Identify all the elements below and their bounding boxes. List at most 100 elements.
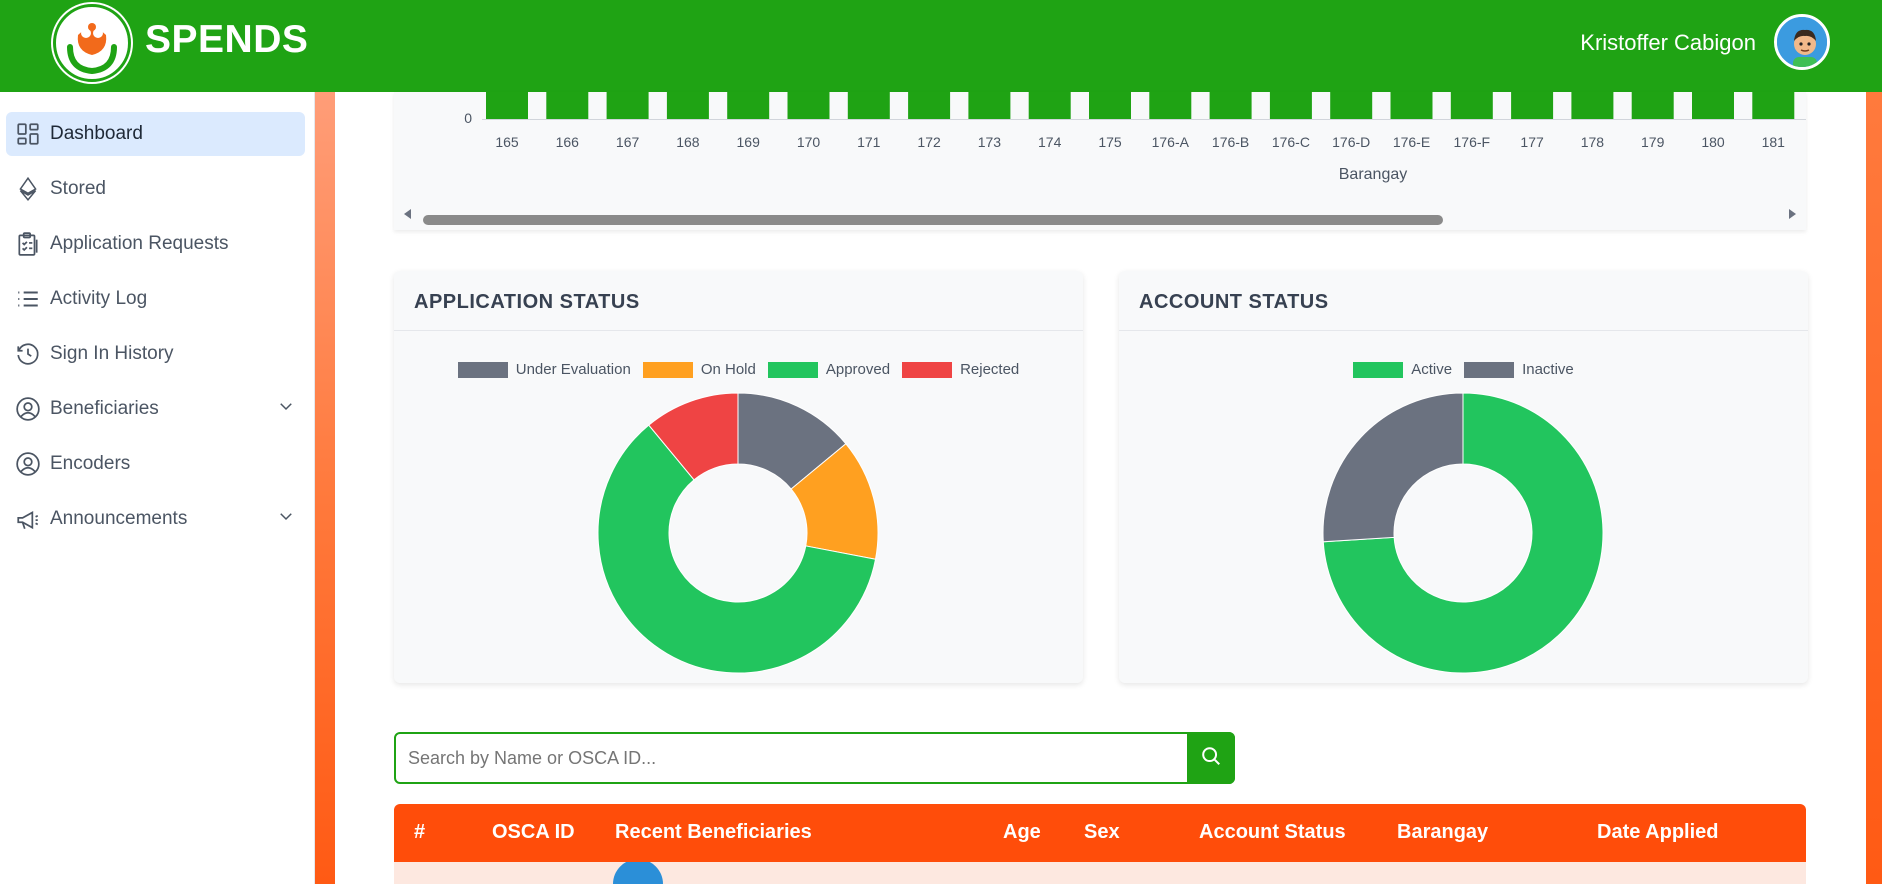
bar[interactable] <box>1028 92 1071 119</box>
user-circle-icon <box>14 450 42 478</box>
main-content: 0 Barangay 165 166 167 168 169 170 171 172 173 17… <box>335 92 1866 884</box>
column-header-recent-beneficiaries[interactable]: Recent Beneficiaries <box>615 821 812 844</box>
application-status-card: APPLICATION STATUS Under Evaluation On H… <box>394 271 1083 683</box>
sidebar-item-application-requests[interactable]: Application Requests <box>6 222 305 266</box>
x-tick-label: 176-A <box>1152 134 1190 150</box>
bar[interactable] <box>606 92 649 119</box>
bar[interactable] <box>666 92 709 119</box>
bar[interactable] <box>968 92 1011 119</box>
bar[interactable] <box>908 92 951 119</box>
x-tick-label: 176-D <box>1332 134 1370 150</box>
x-tick-label: 173 <box>978 134 1002 150</box>
sidebar-item-beneficiaries[interactable]: Beneficiaries <box>6 387 305 431</box>
x-tick-label: 170 <box>797 134 821 150</box>
bar[interactable] <box>1269 92 1312 119</box>
history-icon <box>14 340 42 368</box>
bar[interactable] <box>1450 92 1493 119</box>
bar[interactable] <box>1752 92 1795 119</box>
x-tick-label: 179 <box>1641 134 1665 150</box>
column-header-date-applied[interactable]: Date Applied <box>1597 821 1719 844</box>
x-tick-label: 172 <box>917 134 941 150</box>
sidebar-item-label: Announcements <box>50 508 188 529</box>
bar[interactable] <box>1089 92 1131 119</box>
bar[interactable] <box>1390 92 1433 119</box>
bar[interactable] <box>546 92 589 119</box>
sidebar-item-sign-in-history[interactable]: Sign In History <box>6 332 305 376</box>
column-header-barangay[interactable]: Barangay <box>1397 821 1488 844</box>
x-tick-label: 176-B <box>1212 134 1249 150</box>
sidebar-item-stored[interactable]: Stored <box>6 167 305 211</box>
decorative-strip-right <box>1866 92 1882 884</box>
x-tick-label: 166 <box>556 134 580 150</box>
bar[interactable] <box>1330 92 1373 119</box>
bar[interactable] <box>847 92 890 119</box>
chevron-down-icon[interactable] <box>277 397 295 421</box>
donut-slice[interactable] <box>1322 392 1464 543</box>
top-header: SPENDS Kristoffer Cabigon <box>0 0 1882 92</box>
avatar <box>613 862 663 884</box>
x-tick-label: 181 <box>1762 134 1786 150</box>
x-tick-label: 176-C <box>1272 134 1310 150</box>
sidebar-item-activity-log[interactable]: Activity Log <box>6 277 305 321</box>
brand-name: SPENDS <box>145 18 309 61</box>
bar[interactable] <box>787 92 830 119</box>
megaphone-icon <box>14 505 42 533</box>
x-tick-label: 180 <box>1701 134 1725 150</box>
sidebar-item-dashboard[interactable]: Dashboard <box>6 112 305 156</box>
bar[interactable] <box>1692 92 1734 119</box>
x-tick-label: 176-F <box>1454 134 1491 150</box>
x-tick-label: 168 <box>676 134 700 150</box>
sidebar-item-label: Dashboard <box>50 123 143 144</box>
ethereum-icon <box>14 175 42 203</box>
search-input[interactable] <box>396 734 1183 782</box>
avatar[interactable] <box>1774 14 1830 70</box>
search-icon <box>1200 745 1222 772</box>
x-tick-label: 178 <box>1581 134 1605 150</box>
list-icon <box>14 285 42 313</box>
column-header-age[interactable]: Age <box>1003 821 1041 844</box>
x-tick-label: 171 <box>857 134 881 150</box>
bar[interactable] <box>1209 92 1252 119</box>
x-tick-label: 167 <box>616 134 640 150</box>
bar[interactable] <box>727 92 770 119</box>
scroll-right-arrow[interactable] <box>1789 209 1796 219</box>
sidebar-item-label: Sign In History <box>50 343 174 364</box>
column-header-osca-id[interactable]: OSCA ID <box>492 821 575 844</box>
app-logo[interactable] <box>53 4 131 82</box>
x-tick-label: 175 <box>1098 134 1122 150</box>
search-button[interactable] <box>1187 732 1235 784</box>
x-tick-label: 165 <box>495 134 519 150</box>
sidebar-item-label: Encoders <box>50 453 131 474</box>
decorative-strip-left <box>315 92 335 884</box>
search-bar <box>394 732 1235 784</box>
account-status-donut <box>1322 392 1604 674</box>
account-status-card: ACCOUNT STATUS Active Inactive <box>1119 271 1808 683</box>
bar[interactable] <box>1571 92 1614 119</box>
application-status-donut <box>597 392 879 674</box>
bar[interactable] <box>1511 92 1554 119</box>
x-tick-label: 176-E <box>1393 134 1430 150</box>
table-row[interactable] <box>394 862 1806 884</box>
x-tick-label: 174 <box>1038 134 1062 150</box>
scroll-left-arrow[interactable] <box>404 209 411 219</box>
x-axis-label: Barangay <box>1339 166 1408 183</box>
column-header-account-status[interactable]: Account Status <box>1199 821 1346 844</box>
sidebar: Dashboard Stored Application Requests Ac… <box>0 92 315 884</box>
user-name[interactable]: Kristoffer Cabigon <box>1580 30 1756 56</box>
clipboard-icon <box>14 230 42 258</box>
bar[interactable] <box>1631 92 1674 119</box>
sidebar-item-label: Application Requests <box>50 233 229 254</box>
y-tick-label: 0 <box>464 110 472 126</box>
sidebar-item-label: Stored <box>50 178 106 199</box>
chevron-down-icon[interactable] <box>277 507 295 531</box>
bar[interactable] <box>1149 92 1192 119</box>
sidebar-item-label: Beneficiaries <box>50 398 159 419</box>
sidebar-item-encoders[interactable]: Encoders <box>6 442 305 486</box>
horizontal-scrollbar-thumb[interactable] <box>423 215 1443 225</box>
sidebar-item-announcements[interactable]: Announcements <box>6 497 305 541</box>
dashboard-icon <box>14 120 42 148</box>
x-tick-label: 169 <box>737 134 761 150</box>
column-header-sex[interactable]: Sex <box>1084 821 1120 844</box>
column-header-number[interactable]: # <box>414 821 425 844</box>
bar[interactable] <box>486 92 528 119</box>
